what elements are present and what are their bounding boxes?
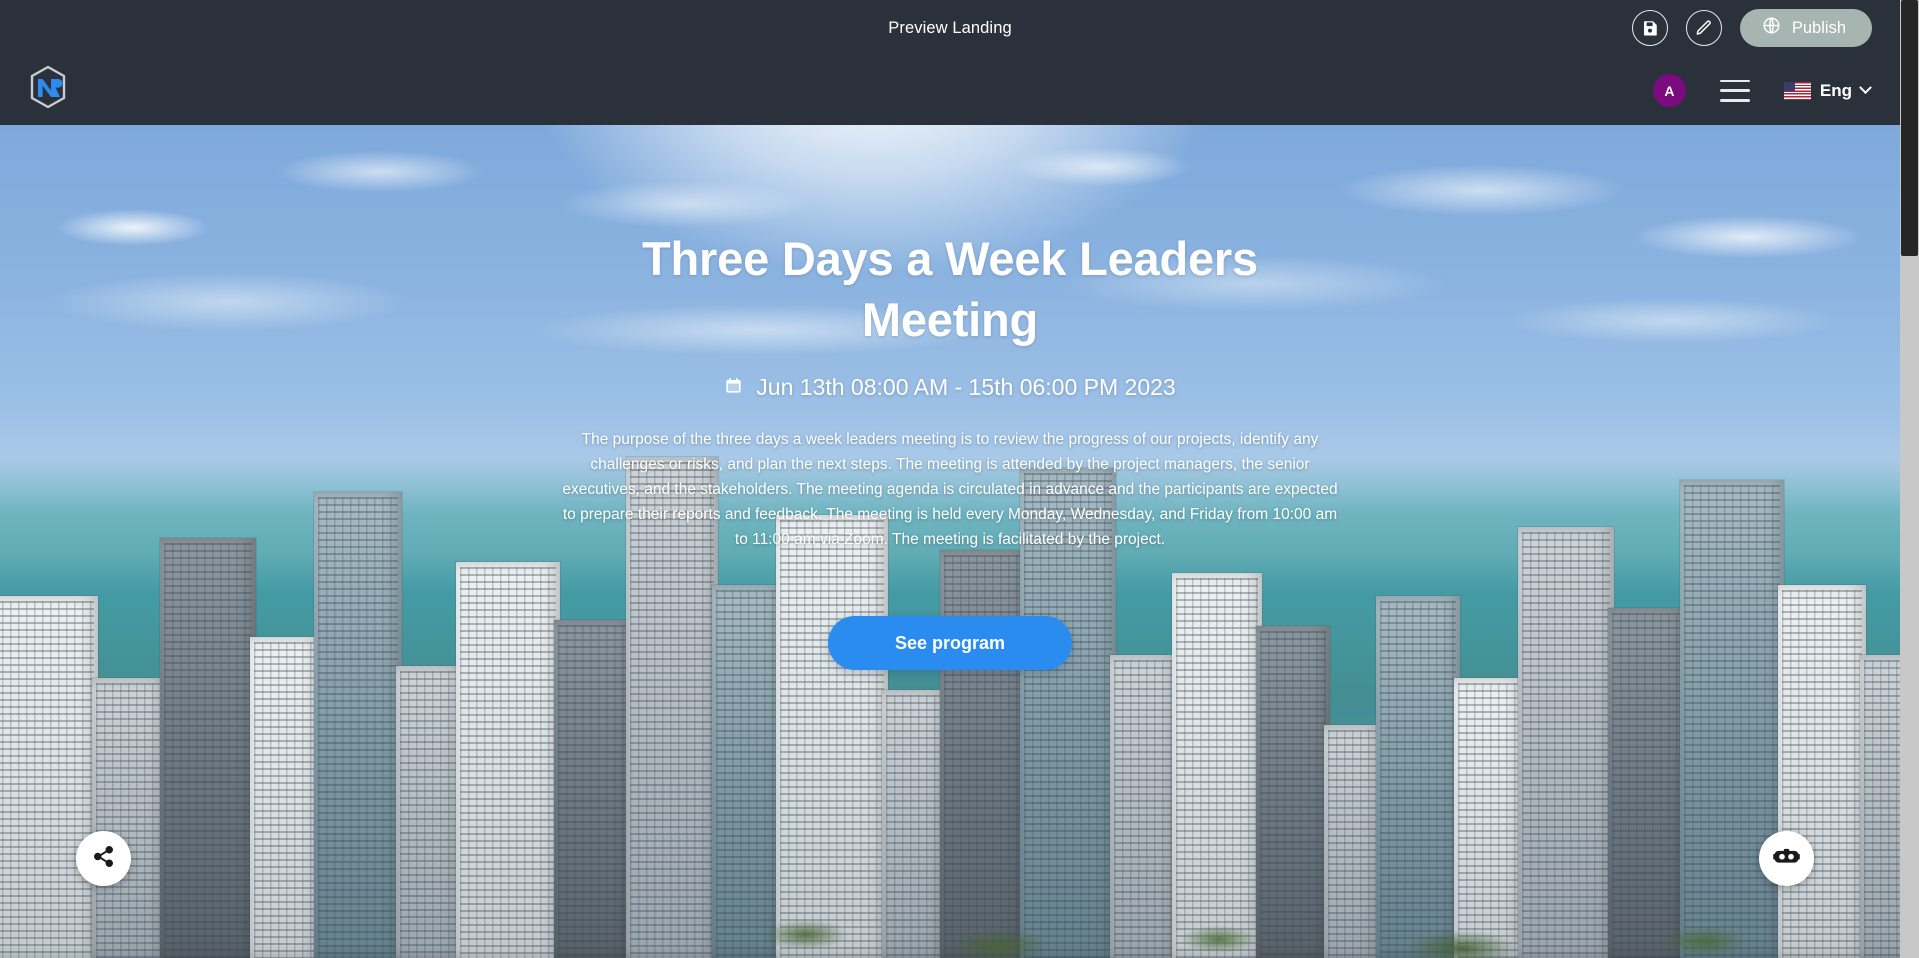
calendar-icon [724,374,743,401]
share-icon [92,845,115,873]
share-fab-button[interactable] [76,831,131,886]
nr-hexagon-logo [28,65,68,116]
language-selector[interactable]: Eng [1783,80,1872,101]
vr-headset-icon [1773,843,1800,875]
burger-line [1719,98,1750,102]
hero-content: Three Days a Week Leaders Meeting Jun 13… [0,125,1900,958]
app-root: Preview Landing Publish A Eng Three Days… [0,0,1919,958]
chevron-down-icon [1859,81,1872,95]
burger-line [1719,89,1750,92]
publish-button[interactable]: Publish [1739,9,1872,47]
vr-fab-button[interactable] [1759,831,1814,886]
preview-toolbar: Preview Landing Publish [0,0,1900,56]
preview-actions: Publish [1631,9,1872,47]
hero-title: Three Days a Week Leaders Meeting [642,232,1258,346]
scrollbar-thumb[interactable] [1901,0,1918,256]
save-floppy-icon [1641,19,1659,37]
us-flag-icon [1783,81,1811,100]
publish-label: Publish [1791,18,1846,37]
burger-line [1719,79,1750,83]
hero-date-row: Jun 13th 08:00 AM - 15th 06:00 PM 2023 [724,374,1176,401]
hero-section: Three Days a Week Leaders Meeting Jun 13… [0,125,1900,958]
avatar[interactable]: A [1652,74,1686,107]
globe-icon [1762,16,1781,40]
hero-description: The purpose of the three days a week lea… [562,431,1338,548]
save-button[interactable] [1631,10,1668,46]
site-navbar: A Eng [0,56,1900,125]
hamburger-menu-icon[interactable] [1719,79,1750,102]
page-scrollbar[interactable] [1900,0,1919,958]
hero-date-text: Jun 13th 08:00 AM - 15th 06:00 PM 2023 [756,374,1176,400]
page-title: Preview Landing [888,18,1012,37]
language-label: Eng [1819,80,1852,100]
brand-logo-link[interactable] [26,65,70,116]
navbar-right-controls: A Eng [1652,74,1872,107]
see-program-button[interactable]: See program [828,616,1072,670]
pencil-edit-icon [1695,19,1713,37]
edit-button[interactable] [1685,10,1722,46]
